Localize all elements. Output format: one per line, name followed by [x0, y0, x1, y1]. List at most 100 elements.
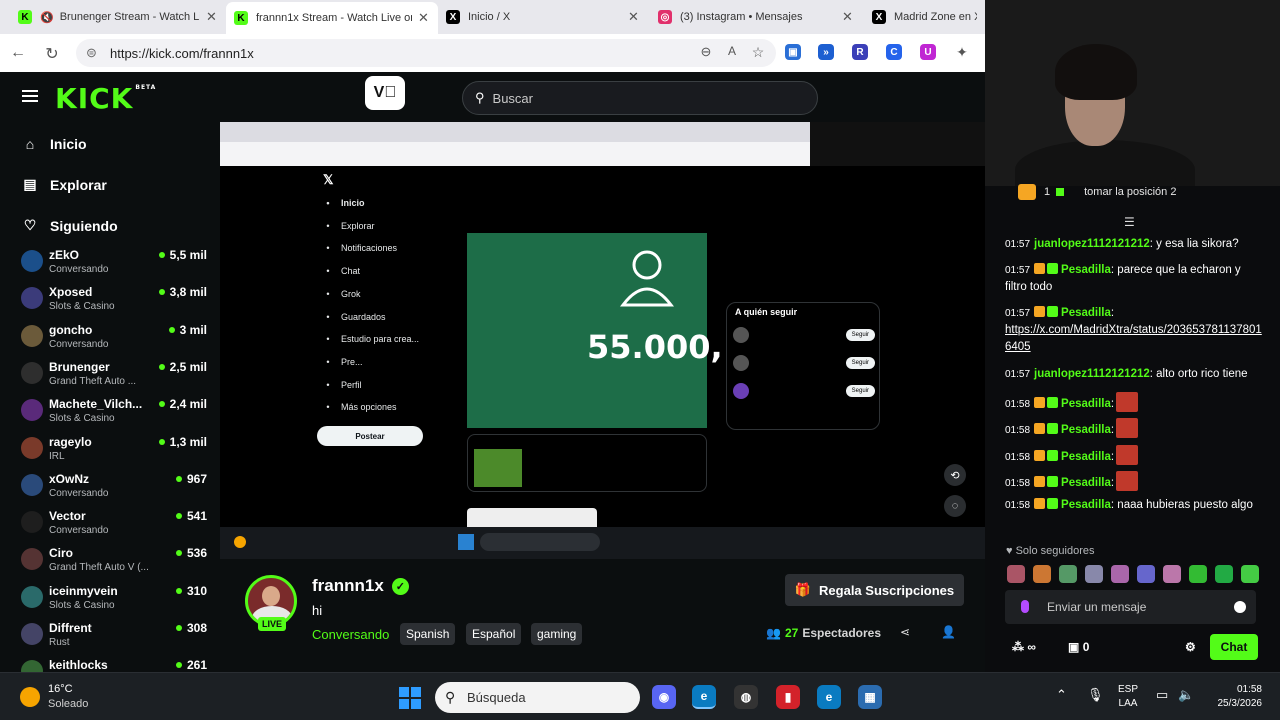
language-indicator[interactable]: ESP LAA: [1118, 683, 1138, 711]
reload-icon[interactable]: ↻: [42, 44, 62, 64]
extension-icon[interactable]: R: [852, 44, 868, 60]
gift-box-icon: ▣: [1068, 640, 1080, 654]
message-username[interactable]: Pesadilla: [1061, 477, 1111, 489]
close-icon[interactable]: ✕: [418, 10, 430, 26]
tab-x-home[interactable]: X Inicio / X ✕: [438, 4, 648, 30]
address-bar[interactable]: ⊜ https://kick.com/frannn1x: [76, 39, 776, 67]
tag-spanish[interactable]: Spanish: [400, 623, 456, 645]
menu-icon[interactable]: [22, 90, 38, 102]
read-aloud-icon[interactable]: A: [722, 44, 742, 58]
sidebar-channel[interactable]: goncho Conversando 3 mil: [21, 323, 207, 359]
x-embedded-post: [467, 434, 707, 492]
tag-espanol[interactable]: Español: [466, 623, 522, 645]
extension-icon[interactable]: C: [886, 44, 902, 60]
clock[interactable]: 01:58 25/3/2026: [1208, 683, 1263, 711]
message-username[interactable]: Pesadilla: [1061, 424, 1111, 436]
webcam-overlay: [985, 0, 1280, 186]
search-input[interactable]: ⚲ Buscar: [462, 81, 818, 115]
emote-bar[interactable]: [1007, 565, 1259, 585]
tab-frannn1x[interactable]: K frannn1x Stream - Watch Live on Kick ✕: [226, 2, 438, 34]
close-icon[interactable]: ✕: [206, 9, 218, 25]
x-nav-label: Estudio para crea...: [341, 334, 420, 345]
microphone-icon[interactable]: 🎙: [1087, 687, 1104, 703]
sidebar-item-explore[interactable]: ▤ Explorar: [22, 176, 106, 193]
sidebar-channel[interactable]: Vector Conversando 541: [21, 509, 207, 545]
mute-icon[interactable]: 🔇: [40, 11, 54, 24]
sun-icon[interactable]: [20, 687, 40, 707]
tab-instagram[interactable]: ◎ (3) Instagram • Mensajes ✕: [650, 4, 862, 30]
back-icon[interactable]: ←: [8, 44, 28, 62]
streamer-name[interactable]: frannn1x ✓: [312, 576, 409, 596]
app-icon[interactable]: ▮: [776, 685, 800, 709]
tab-brunenger[interactable]: K 🔇 Brunenger Stream - Watch Live on Kic…: [10, 4, 226, 30]
clip-icon[interactable]: ⟲: [944, 464, 966, 486]
message-username[interactable]: Pesadilla: [1061, 307, 1111, 319]
filter-icon[interactable]: ☰: [1124, 215, 1135, 229]
channel-viewers: 536: [175, 546, 207, 560]
gift-subs-button[interactable]: 🎁 Regala Suscripciones: [785, 574, 964, 606]
sidebar-item-home[interactable]: ⌂ Inicio: [22, 136, 87, 152]
sidebar-item-label: Siguiendo: [50, 217, 118, 234]
extension-icon[interactable]: »: [818, 44, 834, 60]
message-time: 01:57: [1005, 239, 1031, 250]
extension-icon[interactable]: U: [920, 44, 936, 60]
sidebar-channel[interactable]: zEkO Conversando 5,5 mil: [21, 248, 207, 284]
channel-points[interactable]: ⁂ ∞: [1012, 640, 1036, 654]
extension-icon[interactable]: ▣: [785, 44, 801, 60]
microphone-icon[interactable]: [1021, 600, 1029, 613]
edge-icon[interactable]: e: [817, 685, 841, 709]
stream-category[interactable]: Conversando: [312, 627, 389, 642]
tag-gaming[interactable]: gaming: [531, 623, 583, 645]
volume-icon[interactable]: 🔈: [1178, 687, 1194, 703]
chat-message: 01:57 juanlopez1112121212: y esa lia siko…: [1005, 236, 1263, 253]
sidebar-channel[interactable]: xOwNz Conversando 967: [21, 472, 207, 508]
close-icon[interactable]: ✕: [628, 9, 640, 25]
message-username[interactable]: Pesadilla: [1061, 398, 1111, 410]
sidebar-item-following[interactable]: ♡ Siguiendo: [22, 217, 118, 234]
settings-gear-icon[interactable]: ⚙: [1185, 640, 1196, 654]
calculator-icon[interactable]: ▦: [858, 685, 882, 709]
chat-message-input[interactable]: Enviar un mensaje: [1005, 590, 1256, 624]
chat-bubble-icon[interactable]: ◌: [944, 495, 966, 517]
sidebar-channel[interactable]: Diffrent Rust 308: [21, 621, 207, 657]
network-icon[interactable]: ▭: [1156, 687, 1168, 703]
share-icon[interactable]: ⋖: [900, 625, 910, 639]
sidebar-channel[interactable]: Xposed Slots & Casino 3,8 mil: [21, 285, 207, 321]
message-username[interactable]: Pesadilla: [1061, 264, 1111, 276]
extensions-puzzle-icon[interactable]: ✦: [952, 44, 972, 61]
close-icon[interactable]: ✕: [842, 9, 854, 25]
sidebar-channel[interactable]: iceinmyvein Slots & Casino 310: [21, 584, 207, 620]
message-text: : naaa hubieras puesto algo: [1110, 499, 1253, 511]
gift-count[interactable]: ▣ 0: [1068, 640, 1089, 654]
channel-viewers: 261: [175, 658, 207, 672]
channel-name: rageylo: [49, 434, 92, 449]
zoom-icon[interactable]: ⊖: [696, 44, 716, 60]
gift-badge-icon: [1018, 184, 1036, 200]
taskbar-search[interactable]: ⚲ Búsqueda: [435, 682, 640, 713]
message-link[interactable]: https://x.com/MadridXtra/status/20365378…: [1005, 324, 1262, 353]
message-username[interactable]: Pesadilla: [1061, 499, 1111, 511]
message-username[interactable]: Pesadilla: [1061, 451, 1111, 463]
send-chat-button[interactable]: Chat: [1210, 634, 1258, 660]
channel-avatar: [21, 511, 43, 534]
emoji-icon[interactable]: [1234, 601, 1246, 613]
site-info-icon[interactable]: ⊜: [86, 45, 100, 61]
vd-extension-icon[interactable]: V⃞: [365, 76, 405, 110]
sidebar-channel[interactable]: Brunenger Grand Theft Auto ... 2,5 mil: [21, 360, 207, 396]
edge-icon[interactable]: e: [692, 685, 716, 709]
channel-viewers: 2,5 mil: [158, 360, 207, 374]
sidebar-channel[interactable]: Ciro Grand Theft Auto V (... 536: [21, 546, 207, 582]
video-player[interactable]: 𝕏 • Inicio • Explorar • Notificaciones • Chat • G…: [220, 122, 988, 559]
favorite-star-icon[interactable]: ☆: [748, 44, 768, 61]
chevron-up-icon[interactable]: ⌃: [1056, 687, 1067, 703]
discord-icon[interactable]: ◉: [652, 685, 676, 709]
app-icon[interactable]: ◍: [734, 685, 758, 709]
message-username[interactable]: juanlopez1112121212: [1034, 238, 1150, 250]
sidebar-channel[interactable]: rageylo IRL 1,3 mil: [21, 435, 207, 471]
sidebar-channel[interactable]: Machete_Vilch... Slots & Casino 2,4 mil: [21, 397, 207, 433]
kick-logo[interactable]: KICK BETA: [55, 82, 156, 115]
message-username[interactable]: juanlopez1112121212: [1034, 368, 1150, 380]
windows-start-icon[interactable]: [399, 687, 421, 709]
follow-user-icon[interactable]: 👤: [941, 625, 956, 639]
tab-madrid-zone[interactable]: X Madrid Zone en X:: [864, 4, 985, 30]
